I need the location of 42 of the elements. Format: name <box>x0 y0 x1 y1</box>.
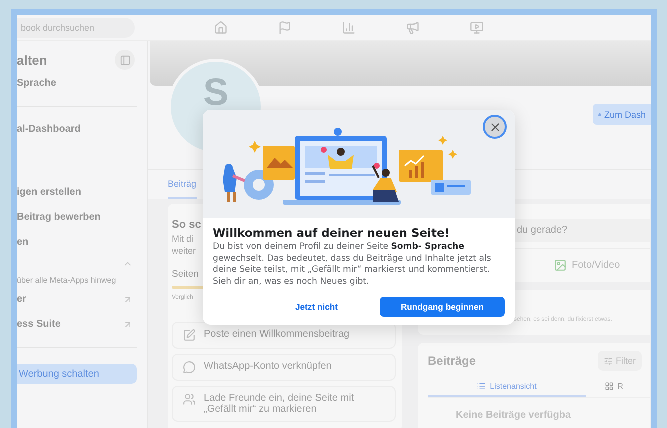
task-button[interactable]: Poste einen Willkommensbeitrag <box>172 322 396 349</box>
view-tab[interactable]: R <box>586 377 642 397</box>
flag-icon[interactable] <box>278 20 292 34</box>
sidebar-item[interactable]: Sprache <box>17 78 56 89</box>
sidebar-item[interactable]: Beitrag bewerben <box>17 212 101 223</box>
posts-title: Beiträge <box>428 354 476 368</box>
advertise-button[interactable]: Werbung schalten <box>17 364 137 384</box>
start-tour-button[interactable]: Rundgang beginnen <box>380 297 505 317</box>
close-button[interactable] <box>483 115 507 139</box>
view-tab[interactable]: Listenansicht <box>428 377 586 397</box>
dashboard-button[interactable]: Zum Dash <box>593 104 651 125</box>
photo-icon <box>554 259 567 272</box>
card-title: So sc <box>172 219 202 231</box>
external-link-icon <box>123 320 133 330</box>
sidebar-item[interactable]: al-Dashboard <box>17 124 81 135</box>
chart-icon[interactable] <box>342 20 356 34</box>
grid-icon <box>604 382 614 390</box>
progress-label: Seiten <box>172 269 199 281</box>
chat-bubble-icon <box>183 361 196 374</box>
sidebar-item[interactable]: en <box>17 237 29 248</box>
sidebar-item[interactable]: igen erstellen <box>17 187 82 198</box>
task-button[interactable]: Lade Freunde ein, deine Seite mit „Gefällt mir“ zu markieren <box>172 386 396 422</box>
collapse-sidebar-button[interactable] <box>115 50 135 70</box>
edit-icon <box>183 329 196 342</box>
card-subtitle: weiter <box>172 245 196 257</box>
task-button[interactable]: WhatsApp-Konto verknüpfen <box>172 354 396 381</box>
home-icon[interactable] <box>214 20 228 34</box>
not-now-button[interactable]: Jetzt nicht <box>266 297 368 317</box>
video-icon[interactable] <box>470 20 484 34</box>
panel-icon <box>120 54 130 66</box>
card-subtitle: Mit di <box>172 233 195 245</box>
sidebar-item[interactable]: ess Suite <box>17 319 61 330</box>
sidebar-item[interactable]: er <box>17 294 26 305</box>
close-icon <box>488 120 502 134</box>
list-icon <box>477 382 486 390</box>
megaphone-icon[interactable] <box>406 20 420 34</box>
external-link-icon <box>123 294 133 304</box>
search-field[interactable]: book durchsuchen <box>17 18 135 38</box>
sliders-icon <box>604 356 613 366</box>
sidebar-title: alten <box>17 52 48 68</box>
sidebar-note: über alle Meta-Apps hinweg <box>17 276 116 284</box>
people-icon <box>183 393 196 406</box>
